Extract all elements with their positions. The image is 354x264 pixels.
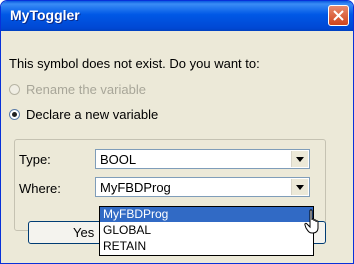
dropdown-option-global[interactable]: GLOBAL (100, 223, 313, 238)
type-combo[interactable]: BOOL (95, 149, 310, 169)
close-button[interactable] (328, 5, 349, 26)
declare-option[interactable]: Declare a new variable (9, 106, 158, 122)
title-bar[interactable]: MyToggler (1, 1, 353, 31)
question-text: This symbol does not exist. Do you want … (9, 56, 260, 71)
where-combo[interactable]: MyFBDProg (95, 177, 310, 197)
declare-label: Declare a new variable (26, 106, 159, 122)
where-dropdown-list: MyFBDProg GLOBAL RETAIN (99, 206, 314, 256)
type-label: Type: (19, 152, 51, 167)
close-icon (333, 10, 344, 21)
rename-option: Rename the variable (9, 81, 146, 97)
window-title: MyToggler (10, 7, 80, 23)
yes-button[interactable]: Yes (28, 221, 104, 244)
rename-radio (9, 83, 20, 95)
dropdown-option-retain[interactable]: RETAIN (100, 239, 313, 254)
rename-label: Rename the variable (26, 81, 146, 97)
type-dropdown-button[interactable] (291, 151, 308, 167)
hand-cursor-icon (304, 209, 319, 234)
yes-button-label: Yes (73, 225, 95, 240)
where-value: MyFBDProg (100, 180, 171, 195)
dropdown-option-myfbdprog[interactable]: MyFBDProg (100, 207, 313, 222)
where-dropdown-button[interactable] (291, 179, 308, 195)
declare-radio[interactable] (9, 108, 20, 120)
type-value: BOOL (100, 152, 137, 167)
mytoggler-dialog: MyToggler This symbol does not exist. Do… (0, 0, 354, 264)
chevron-down-icon (296, 157, 304, 162)
where-label: Where: (19, 181, 61, 196)
chevron-down-icon (296, 185, 304, 190)
